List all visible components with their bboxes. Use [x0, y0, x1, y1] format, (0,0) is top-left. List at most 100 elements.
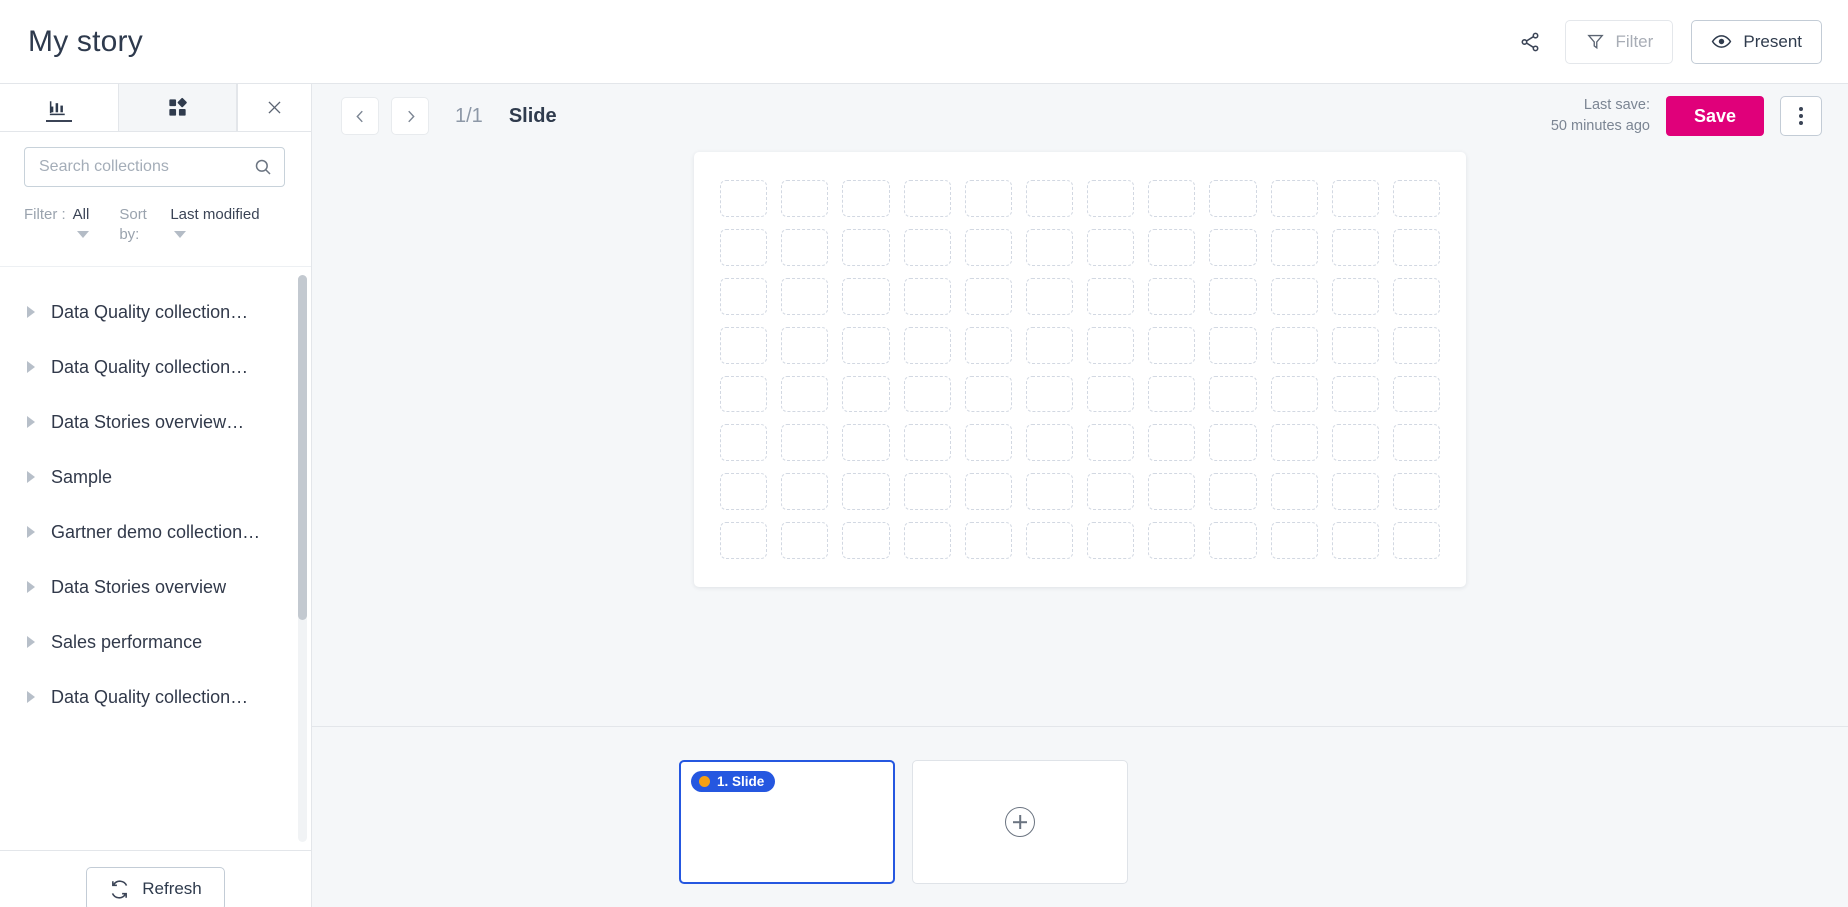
- next-slide-button[interactable]: [391, 97, 429, 135]
- canvas-placeholder-cell[interactable]: [1148, 180, 1196, 217]
- list-item[interactable]: Data Stories overview: [0, 560, 311, 615]
- canvas-placeholder-cell[interactable]: [903, 326, 951, 364]
- sort-select[interactable]: Last modified: [170, 205, 260, 246]
- canvas-placeholder-cell[interactable]: [1209, 228, 1257, 266]
- canvas-placeholder-cell[interactable]: [842, 326, 890, 364]
- canvas-placeholder-cell[interactable]: [964, 424, 1012, 462]
- canvas-placeholder-cell[interactable]: [903, 228, 951, 266]
- canvas-placeholder-cell[interactable]: [1209, 180, 1257, 217]
- canvas-placeholder-cell[interactable]: [720, 326, 768, 364]
- share-button[interactable]: [1513, 25, 1547, 59]
- canvas-placeholder-cell[interactable]: [1025, 424, 1073, 462]
- canvas-placeholder-cell[interactable]: [781, 473, 829, 511]
- canvas-placeholder-cell[interactable]: [964, 228, 1012, 266]
- sort-control[interactable]: Sort by: Last modified: [119, 205, 259, 246]
- canvas-placeholder-cell[interactable]: [1209, 473, 1257, 511]
- list-item[interactable]: Data Quality collection…: [0, 670, 311, 725]
- tab-charts[interactable]: [0, 84, 118, 131]
- canvas-placeholder-cell[interactable]: [1209, 522, 1257, 559]
- save-button[interactable]: Save: [1666, 96, 1764, 136]
- canvas-placeholder-cell[interactable]: [842, 375, 890, 413]
- canvas-placeholder-cell[interactable]: [720, 180, 768, 217]
- canvas-placeholder-cell[interactable]: [1148, 424, 1196, 462]
- canvas-placeholder-cell[interactable]: [720, 277, 768, 315]
- canvas-placeholder-cell[interactable]: [1087, 180, 1135, 217]
- canvas-placeholder-cell[interactable]: [1331, 375, 1379, 413]
- canvas-placeholder-cell[interactable]: [1025, 180, 1073, 217]
- canvas-placeholder-cell[interactable]: [781, 326, 829, 364]
- canvas-placeholder-cell[interactable]: [720, 522, 768, 559]
- canvas-placeholder-cell[interactable]: [1392, 228, 1440, 266]
- canvas-placeholder-cell[interactable]: [842, 277, 890, 315]
- canvas-placeholder-cell[interactable]: [1025, 326, 1073, 364]
- canvas-placeholder-cell[interactable]: [1270, 473, 1318, 511]
- canvas-placeholder-cell[interactable]: [720, 473, 768, 511]
- canvas-placeholder-cell[interactable]: [1025, 375, 1073, 413]
- filter-button[interactable]: Filter: [1565, 19, 1674, 64]
- slide-thumbnail-1[interactable]: 1. Slide: [679, 760, 895, 884]
- previous-slide-button[interactable]: [341, 97, 379, 135]
- canvas-placeholder-cell[interactable]: [903, 277, 951, 315]
- canvas-placeholder-cell[interactable]: [1025, 473, 1073, 511]
- canvas-placeholder-cell[interactable]: [1148, 277, 1196, 315]
- canvas-placeholder-cell[interactable]: [903, 180, 951, 217]
- canvas-placeholder-cell[interactable]: [903, 522, 951, 559]
- canvas-placeholder-cell[interactable]: [781, 180, 829, 217]
- canvas-placeholder-cell[interactable]: [842, 424, 890, 462]
- expand-triangle-icon[interactable]: [27, 691, 35, 703]
- canvas-placeholder-cell[interactable]: [842, 522, 890, 559]
- canvas-placeholder-cell[interactable]: [1087, 228, 1135, 266]
- list-item[interactable]: Data Quality collection…: [0, 340, 311, 395]
- canvas-placeholder-cell[interactable]: [1209, 375, 1257, 413]
- canvas-placeholder-cell[interactable]: [1331, 180, 1379, 217]
- canvas-placeholder-cell[interactable]: [1270, 522, 1318, 559]
- canvas-placeholder-cell[interactable]: [903, 473, 951, 511]
- canvas-placeholder-cell[interactable]: [1270, 326, 1318, 364]
- collections-scrollbar[interactable]: [298, 274, 307, 842]
- canvas-placeholder-cell[interactable]: [1209, 424, 1257, 462]
- canvas-placeholder-cell[interactable]: [1087, 375, 1135, 413]
- canvas-placeholder-cell[interactable]: [1331, 228, 1379, 266]
- canvas-placeholder-cell[interactable]: [1270, 424, 1318, 462]
- canvas-placeholder-cell[interactable]: [1270, 228, 1318, 266]
- canvas-placeholder-cell[interactable]: [964, 277, 1012, 315]
- canvas-placeholder-cell[interactable]: [781, 228, 829, 266]
- canvas-placeholder-cell[interactable]: [1209, 277, 1257, 315]
- canvas-placeholder-cell[interactable]: [1270, 375, 1318, 413]
- canvas-placeholder-cell[interactable]: [903, 375, 951, 413]
- slide-canvas[interactable]: [694, 152, 1466, 587]
- canvas-placeholder-cell[interactable]: [1331, 326, 1379, 364]
- canvas-placeholder-cell[interactable]: [781, 424, 829, 462]
- add-slide-button[interactable]: [912, 760, 1128, 884]
- close-panel-button[interactable]: [237, 84, 311, 131]
- canvas-placeholder-cell[interactable]: [1148, 473, 1196, 511]
- canvas-placeholder-cell[interactable]: [964, 473, 1012, 511]
- canvas-placeholder-cell[interactable]: [1148, 228, 1196, 266]
- expand-triangle-icon[interactable]: [27, 361, 35, 373]
- canvas-placeholder-cell[interactable]: [720, 375, 768, 413]
- canvas-placeholder-cell[interactable]: [964, 180, 1012, 217]
- canvas-placeholder-cell[interactable]: [1148, 326, 1196, 364]
- expand-triangle-icon[interactable]: [27, 526, 35, 538]
- canvas-placeholder-cell[interactable]: [964, 375, 1012, 413]
- canvas-placeholder-cell[interactable]: [1025, 228, 1073, 266]
- canvas-placeholder-cell[interactable]: [1331, 277, 1379, 315]
- canvas-placeholder-cell[interactable]: [1331, 473, 1379, 511]
- canvas-placeholder-cell[interactable]: [1087, 277, 1135, 315]
- canvas-placeholder-cell[interactable]: [1087, 326, 1135, 364]
- more-options-button[interactable]: [1780, 96, 1822, 136]
- canvas-placeholder-cell[interactable]: [1392, 277, 1440, 315]
- canvas-placeholder-cell[interactable]: [1270, 180, 1318, 217]
- canvas-placeholder-cell[interactable]: [1087, 473, 1135, 511]
- canvas-placeholder-cell[interactable]: [964, 522, 1012, 559]
- canvas-placeholder-cell[interactable]: [781, 277, 829, 315]
- expand-triangle-icon[interactable]: [27, 471, 35, 483]
- canvas-placeholder-cell[interactable]: [1331, 424, 1379, 462]
- canvas-placeholder-cell[interactable]: [1025, 277, 1073, 315]
- canvas-placeholder-cell[interactable]: [781, 375, 829, 413]
- canvas-placeholder-cell[interactable]: [720, 228, 768, 266]
- canvas-placeholder-cell[interactable]: [1392, 326, 1440, 364]
- expand-triangle-icon[interactable]: [27, 306, 35, 318]
- canvas-placeholder-cell[interactable]: [903, 424, 951, 462]
- filter-control[interactable]: Filter : All: [24, 205, 89, 246]
